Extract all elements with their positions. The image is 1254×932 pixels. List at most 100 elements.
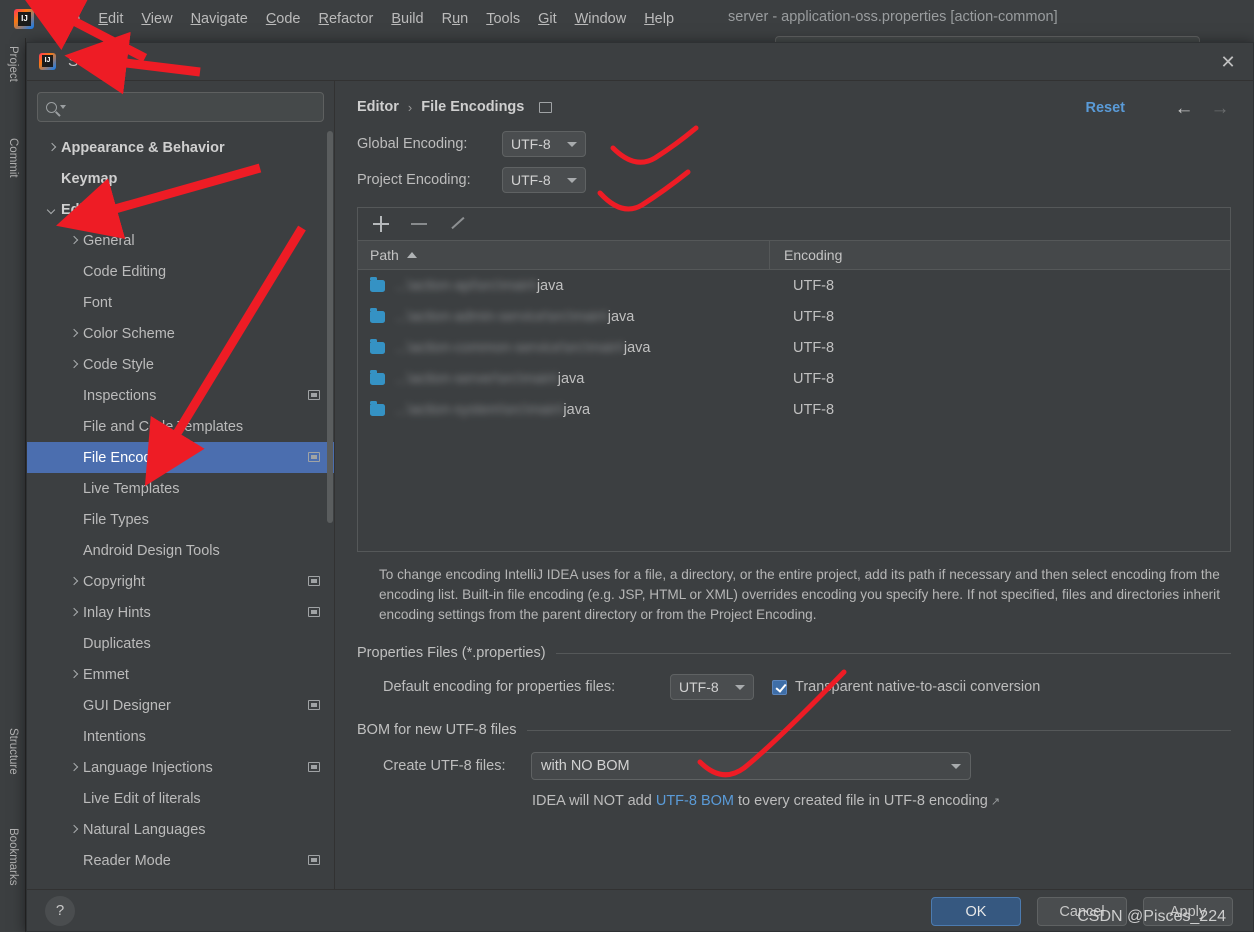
sidebar-item-font[interactable]: Font: [27, 287, 334, 318]
sidebar-item-code-style[interactable]: Code Style: [27, 349, 334, 380]
chevron-right-icon[interactable]: [67, 761, 81, 775]
menu-item-file[interactable]: File: [48, 9, 89, 29]
sidebar-item-file-encodings[interactable]: File Encodings: [27, 442, 334, 473]
menu-item-run[interactable]: Run: [433, 9, 478, 29]
arrow-left-icon[interactable]: ←: [1173, 99, 1195, 119]
chevron-right-icon: ›: [407, 99, 413, 115]
sidebar-item-duplicates[interactable]: Duplicates: [27, 628, 334, 659]
dialog-footer: ? OK Cancel Apply: [27, 889, 1253, 931]
menu-item-edit[interactable]: Edit: [89, 9, 132, 29]
menu-item-tools[interactable]: Tools: [477, 9, 529, 29]
chevron-right-icon[interactable]: [67, 823, 81, 837]
sidebar-item-label: GUI Designer: [83, 697, 171, 714]
table-cell-encoding: UTF-8: [793, 401, 835, 418]
sidebar-item-android-design-tools[interactable]: Android Design Tools: [27, 535, 334, 566]
sidebar-item-label: General: [83, 232, 135, 249]
project-encoding-row: Project Encoding: UTF-8: [357, 167, 1231, 193]
chevron-down-icon[interactable]: [60, 105, 66, 109]
table-cell-path: ...\action-admin-service\src\main\java: [395, 309, 779, 325]
table-cell-path: ...\action-api\src\main\java: [395, 278, 779, 294]
table-row[interactable]: ...\action-common-service\src\main\java U…: [358, 332, 1230, 363]
ok-button[interactable]: OK: [931, 897, 1021, 926]
chevron-right-icon[interactable]: [67, 358, 81, 372]
table-row[interactable]: ...\action-system\src\main\java UTF-8: [358, 394, 1230, 425]
sidebar-item-gui-designer[interactable]: GUI Designer: [27, 690, 334, 721]
sidebar-item-inspections[interactable]: Inspections: [27, 380, 334, 411]
menu-item-view[interactable]: View: [132, 9, 181, 29]
search-input[interactable]: [72, 99, 302, 115]
sidebar-item-appearance-behavior[interactable]: Appearance & Behavior: [27, 132, 334, 163]
chevron-right-icon[interactable]: [67, 327, 81, 341]
help-icon[interactable]: ?: [45, 896, 75, 926]
menu-item-navigate[interactable]: Navigate: [182, 9, 257, 29]
chevron-right-icon[interactable]: [67, 606, 81, 620]
settings-search-field[interactable]: [37, 92, 324, 122]
transparent-native-to-ascii-label: Transparent native-to-ascii conversion: [795, 679, 1041, 695]
file-encodings-pane: Editor › File Encodings Reset ← → Global…: [335, 81, 1253, 891]
sidebar-item-label: Color Scheme: [83, 325, 175, 342]
sidebar-item-file-and-code-templates[interactable]: File and Code Templates: [27, 411, 334, 442]
table-cell-path: ...\action-server\src\main\java: [395, 371, 779, 387]
breadcrumb-item-editor[interactable]: Editor: [357, 99, 399, 115]
project-scope-icon: [308, 576, 320, 586]
tool-window-tab-bookmarks[interactable]: Bookmarks: [0, 828, 26, 926]
table-row[interactable]: ...\action-admin-service\src\main\java UT…: [358, 301, 1230, 332]
project-encoding-dropdown[interactable]: UTF-8: [502, 167, 586, 193]
sidebar-item-emmet[interactable]: Emmet: [27, 659, 334, 690]
sidebar-item-label: Language Injections: [83, 759, 213, 776]
sidebar-item-live-templates[interactable]: Live Templates: [27, 473, 334, 504]
chevron-right-icon[interactable]: [67, 234, 81, 248]
nav-scrollbar[interactable]: [327, 131, 333, 523]
properties-default-encoding-dropdown[interactable]: UTF-8: [670, 674, 754, 700]
sidebar-item-intentions[interactable]: Intentions: [27, 721, 334, 752]
utf8-bom-link[interactable]: UTF-8 BOM: [656, 793, 734, 809]
table-cell-path-tail: java: [607, 308, 635, 325]
menu-item-help[interactable]: Help: [635, 9, 683, 29]
column-header-encoding[interactable]: Encoding: [769, 240, 842, 270]
settings-search-wrapper: [27, 81, 334, 128]
sidebar-item-inlay-hints[interactable]: Inlay Hints: [27, 597, 334, 628]
transparent-native-to-ascii-checkbox[interactable]: [772, 679, 787, 695]
tool-window-tab-commit-label: Commit: [7, 138, 19, 178]
tool-window-tab-project[interactable]: Project: [0, 46, 26, 122]
table-row[interactable]: ...\action-api\src\main\java UTF-8: [358, 270, 1230, 301]
chevron-right-icon[interactable]: [67, 575, 81, 589]
chevron-right-icon[interactable]: [67, 668, 81, 682]
menu-item-git[interactable]: Git: [529, 9, 566, 29]
project-scope-icon: [308, 390, 320, 400]
chevron-right-icon[interactable]: [45, 141, 59, 155]
sidebar-item-live-edit-of-literals[interactable]: Live Edit of literals: [27, 783, 334, 814]
chevron-down-icon[interactable]: [45, 203, 59, 217]
sidebar-item-label: Natural Languages: [83, 821, 206, 838]
create-utf8-files-dropdown[interactable]: with NO BOM: [531, 752, 971, 780]
sidebar-item-color-scheme[interactable]: Color Scheme: [27, 318, 334, 349]
tool-window-tab-commit[interactable]: Commit: [0, 138, 26, 220]
menu-item-build[interactable]: Build: [382, 9, 432, 29]
menu-item-window[interactable]: Window: [566, 9, 636, 29]
sidebar-item-reader-mode[interactable]: Reader Mode: [27, 845, 334, 876]
reset-button[interactable]: Reset: [1086, 100, 1126, 116]
arrow-right-icon[interactable]: →: [1209, 99, 1231, 119]
menu-item-code[interactable]: Code: [257, 9, 310, 29]
pencil-icon[interactable]: [448, 215, 466, 233]
sidebar-item-natural-languages[interactable]: Natural Languages: [27, 814, 334, 845]
sidebar-item-label: Keymap: [61, 170, 118, 187]
column-header-path[interactable]: Path: [358, 247, 769, 263]
sidebar-item-code-editing[interactable]: Code Editing: [27, 256, 334, 287]
sidebar-item-language-injections[interactable]: Language Injections: [27, 752, 334, 783]
tool-window-tab-structure[interactable]: Structure: [0, 728, 26, 812]
menu-item-refactor[interactable]: Refactor: [310, 9, 383, 29]
sidebar-item-general[interactable]: General: [27, 225, 334, 256]
close-icon[interactable]: ✕: [1217, 51, 1239, 73]
global-encoding-row: Global Encoding: UTF-8: [357, 131, 1231, 157]
search-icon: [46, 101, 57, 113]
sidebar-item-keymap[interactable]: Keymap: [27, 163, 334, 194]
table-row[interactable]: ...\action-server\src\main\java UTF-8: [358, 363, 1230, 394]
sidebar-item-editor[interactable]: Editor: [27, 194, 334, 225]
plus-icon[interactable]: [372, 215, 390, 233]
sidebar-item-file-types[interactable]: File Types: [27, 504, 334, 535]
minus-icon[interactable]: [410, 215, 428, 233]
global-encoding-dropdown[interactable]: UTF-8: [502, 131, 586, 157]
sidebar-item-copyright[interactable]: Copyright: [27, 566, 334, 597]
